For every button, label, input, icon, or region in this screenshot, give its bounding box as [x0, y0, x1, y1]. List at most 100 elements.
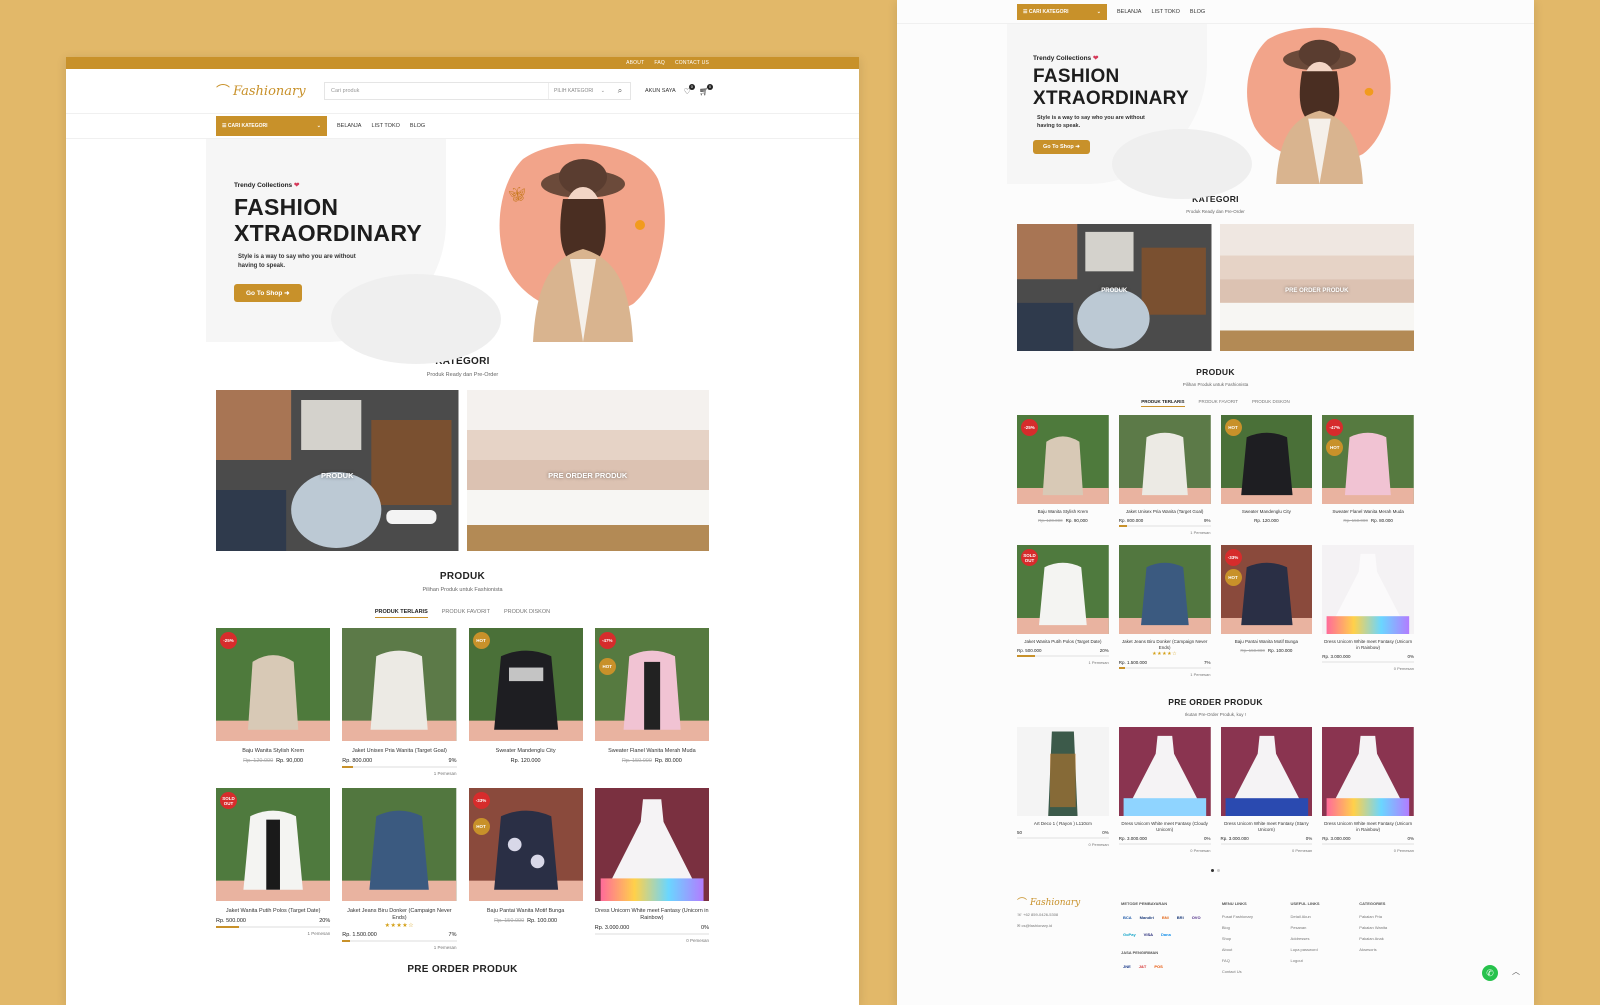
category-card-preorder[interactable]: PRE ORDER PRODUK: [1219, 224, 1414, 351]
search-icon[interactable]: ⌕: [610, 83, 630, 99]
product-name: Dress Unicorn White meet Fantasy (Unicor…: [595, 908, 709, 921]
search-input[interactable]: Cari produk: [325, 88, 548, 94]
category-menu-button[interactable]: ☰ CARI KATEGORI ⌄: [216, 116, 327, 136]
product-card[interactable]: -47% HOT Sweater Flanel Wanita Merah Muda R…: [1322, 415, 1414, 535]
shipping-logo: JNE: [1123, 964, 1131, 969]
product-price: Rp. 120.000: [1221, 518, 1313, 523]
footer-logo[interactable]: ⌒ Fashionary: [1017, 898, 1117, 909]
email-text: cs@fashionary.id: [1021, 923, 1052, 928]
heart-icon[interactable]: ♡ 0: [684, 83, 695, 96]
nav-list-toko[interactable]: LIST TOKO: [371, 123, 399, 129]
old-price: Rp. 150.000: [621, 758, 652, 764]
tab-produk-terlaris[interactable]: PRODUK TERLARIS: [374, 609, 428, 618]
progress-percent: 0%: [1305, 836, 1313, 841]
current-price: Rp. 3.000.000: [1118, 836, 1148, 841]
product-card[interactable]: Dress Unicorn White meet Fantasy (Starry…: [1220, 727, 1313, 853]
carousel-dot[interactable]: [1217, 869, 1220, 872]
product-card[interactable]: Jaket Jeans Biru Donker (Campaign Never …: [1118, 545, 1211, 677]
product-price: Rp. 500.000 20%: [216, 918, 330, 924]
progress-percent: 0%: [1407, 654, 1414, 659]
discount-badge: -33%: [1224, 549, 1242, 566]
carousel-dot[interactable]: [1211, 869, 1214, 872]
progress-bar: [216, 926, 331, 928]
product-card[interactable]: Jaket Jeans Biru Donker (Campaign Never …: [342, 788, 457, 950]
tab-produk-favorit[interactable]: PRODUK FAVORIT: [442, 609, 490, 618]
product-name: Baju Pantai Wanita Motif Bunga: [486, 908, 565, 914]
tab-produk-terlaris[interactable]: PRODUK TERLARIS: [1141, 399, 1185, 407]
product-name: Dress Unicorn White meet Fantasy (Unicor…: [1324, 821, 1413, 832]
footer-link[interactable]: About: [1222, 944, 1277, 955]
hero-title: FASHION XTRAORDINARY: [1033, 66, 1189, 110]
whatsapp-icon[interactable]: ✆: [1482, 965, 1498, 981]
hero-kicker-text: Trendy Collections: [1033, 55, 1092, 62]
product-card[interactable]: SOLD OUT Jaket Wanita Putih Polos (Target…: [1017, 545, 1109, 677]
footer-link[interactable]: Aksesoris: [1359, 944, 1414, 955]
go-to-shop-button[interactable]: Go To Shop ➜: [234, 284, 302, 302]
category-menu-button[interactable]: ☰ CARI KATEGORI ⌄: [1017, 3, 1107, 20]
product-card[interactable]: Dress Unicorn White meet Fantasy (Unicor…: [1322, 727, 1414, 853]
nav-blog[interactable]: BLOG: [410, 123, 425, 129]
useful-links-title: USEFUL LINKS: [1290, 901, 1320, 906]
tab-produk-favorit[interactable]: PRODUK FAVORIT: [1199, 399, 1238, 407]
product-card[interactable]: Dress Unicorn White meet Fantasy (Unicor…: [1322, 545, 1414, 677]
category-card-produk[interactable]: PRODUK: [1017, 224, 1212, 351]
chevron-up-icon[interactable]: ︿: [1512, 966, 1520, 977]
about-link[interactable]: ABOUT: [626, 60, 644, 66]
product-price: Rp. 3.000.000 0%: [1221, 836, 1313, 841]
product-name: Jaket Unisex Pria Wanita (Target Goal): [351, 748, 447, 754]
category-select[interactable]: PILIH KATEGORI ⌄: [548, 83, 610, 99]
product-card[interactable]: Art Deco 1 ( Rayon ) L110cm 50 0% 0 Pemesan: [1017, 727, 1109, 853]
current-price: Rp. 800.000: [1118, 518, 1144, 523]
cart-icon[interactable]: 🛒︎ 0: [699, 83, 713, 96]
order-count: 0 Pemesan: [1393, 848, 1414, 853]
account-link[interactable]: AKUN SAYA: [645, 88, 676, 94]
footer-link[interactable]: Addresses: [1291, 933, 1346, 944]
footer-link[interactable]: Contact Us: [1222, 966, 1277, 977]
footer-link[interactable]: Lupa password: [1291, 944, 1346, 955]
category-card-produk[interactable]: PRODUK: [216, 390, 459, 551]
contact-link[interactable]: CONTACT US: [675, 60, 709, 66]
product-card[interactable]: SOLD OUT Jaket Wanita Putih Polos (Targe…: [216, 788, 331, 950]
product-card[interactable]: -33% HOT Baju Pantai Wanita Motif Bunga Rp.…: [1220, 545, 1313, 677]
footer-link[interactable]: Logout: [1291, 955, 1346, 966]
product-card[interactable]: Jaket Unisex Pria Wanita (Target Goal) R…: [342, 628, 457, 776]
product-card[interactable]: -33% HOT Baju Pantai Wanita Motif Bunga …: [468, 788, 583, 950]
footer-link[interactable]: Pesanan: [1291, 922, 1346, 933]
product-card[interactable]: Jaket Unisex Pria Wanita (Target Goal) Rp…: [1118, 415, 1211, 535]
product-image: [1322, 545, 1414, 634]
product-card[interactable]: HOT Sweater Mandenglu City Rp. 120.000: [468, 628, 583, 776]
tab-produk-diskon[interactable]: PRODUK DISKON: [1252, 399, 1290, 407]
product-card[interactable]: HOT Sweater Mandenglu City Rp. 120.000: [1220, 415, 1313, 535]
logo[interactable]: ⌒ Fashionary: [216, 81, 316, 101]
product-card[interactable]: Dress Unicorn White meet Fantasy (Cloudy…: [1118, 727, 1211, 853]
tab-produk-diskon[interactable]: PRODUK DISKON: [504, 609, 550, 618]
footer-link[interactable]: Detail Akun: [1291, 911, 1346, 922]
footer-link[interactable]: FAQ: [1222, 955, 1277, 966]
nav-list-toko[interactable]: LIST TOKO: [1151, 9, 1179, 15]
product-price: 50 0%: [1017, 830, 1109, 835]
footer-link[interactable]: Pakaian Pria: [1359, 911, 1414, 922]
old-price: Rp. 150.000: [1343, 518, 1368, 523]
shipping-logo: J&T: [1138, 964, 1147, 969]
product-card[interactable]: Dress Unicorn White meet Fantasy (Unicor…: [594, 788, 709, 950]
footer-link[interactable]: Pakaian Wanita: [1359, 922, 1414, 933]
footer-link[interactable]: Pusat Fashionary: [1222, 911, 1277, 922]
product-photo: [1118, 727, 1211, 816]
nav-belanja[interactable]: BELANJA: [337, 123, 361, 129]
category-card-preorder[interactable]: PRE ORDER PRODUK: [466, 390, 709, 551]
progress-percent: 7%: [448, 932, 457, 938]
hero-kicker-text: Trendy Collections: [234, 182, 293, 189]
progress-percent: 7%: [1203, 660, 1211, 665]
footer-link[interactable]: Pakaian Anak: [1359, 933, 1414, 944]
footer-link[interactable]: Shop: [1222, 933, 1277, 944]
go-to-shop-button[interactable]: Go To Shop ➜: [1033, 140, 1090, 154]
site-header: ⌒ Fashionary Cari produk PILIH KATEGORI ⌄…: [66, 69, 859, 114]
product-card[interactable]: -25% Baju Wanita Stylish Krem Rp. 120.000 R…: [1017, 415, 1109, 535]
nav-blog[interactable]: BLOG: [1190, 9, 1205, 15]
nav-belanja[interactable]: BELANJA: [1117, 9, 1141, 15]
faq-link[interactable]: FAQ: [654, 60, 665, 66]
product-card[interactable]: -47% HOT Sweater Flanel Wanita Merah Mud…: [594, 628, 709, 776]
footer-link[interactable]: Blog: [1222, 922, 1277, 933]
product-card[interactable]: -25% Baju Wanita Stylish Krem Rp. 120.00…: [216, 628, 331, 776]
product-photo: [342, 628, 457, 741]
